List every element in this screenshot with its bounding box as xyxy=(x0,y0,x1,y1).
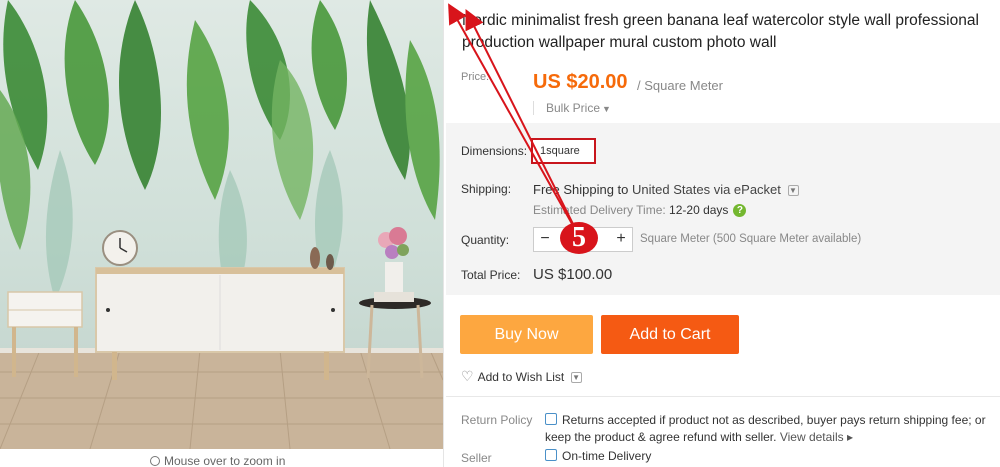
section-divider xyxy=(446,396,1000,397)
wallpaper-image xyxy=(0,0,443,449)
product-gallery: Mouse over to zoom in xyxy=(0,0,443,467)
ontime-delivery: On-time Delivery xyxy=(545,449,651,463)
zoom-hint: Mouse over to zoom in xyxy=(150,454,285,467)
add-to-cart-button[interactable]: Add to Cart xyxy=(601,315,739,354)
return-policy-label: Return Policy xyxy=(461,413,533,427)
product-photo[interactable] xyxy=(0,0,443,449)
bulk-price-toggle[interactable]: Bulk Price ▼ xyxy=(533,101,611,115)
caret-down-icon: ▼ xyxy=(602,104,611,114)
shipping-label: Shipping: xyxy=(461,182,512,196)
quantity-increase-button[interactable]: + xyxy=(610,228,632,251)
step-number-badge: 5 xyxy=(560,222,598,254)
bulk-price-label: Bulk Price xyxy=(546,101,601,115)
delivery-icon xyxy=(545,449,557,461)
help-icon[interactable]: ? xyxy=(733,204,747,218)
price-unit: / Square Meter xyxy=(637,78,723,93)
add-to-wish-list[interactable]: ♡ Add to Wish List ▼ xyxy=(461,368,582,385)
column-divider xyxy=(443,0,444,467)
magnifier-icon xyxy=(150,456,160,466)
seller-label: Seller xyxy=(461,451,492,465)
heart-icon: ♡ xyxy=(461,368,474,384)
buy-now-button[interactable]: Buy Now xyxy=(460,315,593,354)
eta-value: 12-20 days xyxy=(669,203,729,217)
shipping-destination[interactable]: United States via ePacket xyxy=(632,182,781,197)
free-shipping-text: Free Shipping to xyxy=(533,182,629,197)
shipping-dropdown-icon[interactable]: ▼ xyxy=(787,185,799,197)
quantity-decrease-button[interactable]: − xyxy=(534,228,556,251)
price-label: Price: xyxy=(461,71,490,83)
ontime-delivery-text: On-time Delivery xyxy=(562,449,652,463)
eta-label: Estimated Delivery Time: xyxy=(533,203,666,217)
price-value: US $20.00 xyxy=(533,71,628,93)
product-title: Nordic minimalist fresh green banana lea… xyxy=(462,12,979,51)
return-policy-text: Returns accepted if product not as descr… xyxy=(545,412,995,446)
return-policy-description: Returns accepted if product not as descr… xyxy=(545,413,986,444)
dimensions-label: Dimensions: xyxy=(461,144,528,158)
quantity-label: Quantity: xyxy=(461,233,510,247)
return-policy-icon xyxy=(545,413,557,425)
quantity-availability: Square Meter (500 Square Meter available… xyxy=(640,233,862,245)
shipping-info: Free Shipping to United States via ePack… xyxy=(533,182,799,197)
wish-list-dropdown-icon[interactable]: ▼ xyxy=(570,372,582,384)
view-details-link[interactable]: View details ▸ xyxy=(780,430,853,444)
wish-list-label: Add to Wish List xyxy=(477,370,565,384)
total-price-value: US $100.00 xyxy=(533,266,613,283)
delivery-estimate: Estimated Delivery Time: 12-20 days? xyxy=(533,203,747,218)
dimension-option-1square[interactable]: 1square xyxy=(531,138,596,164)
total-price-label: Total Price: xyxy=(461,268,521,282)
